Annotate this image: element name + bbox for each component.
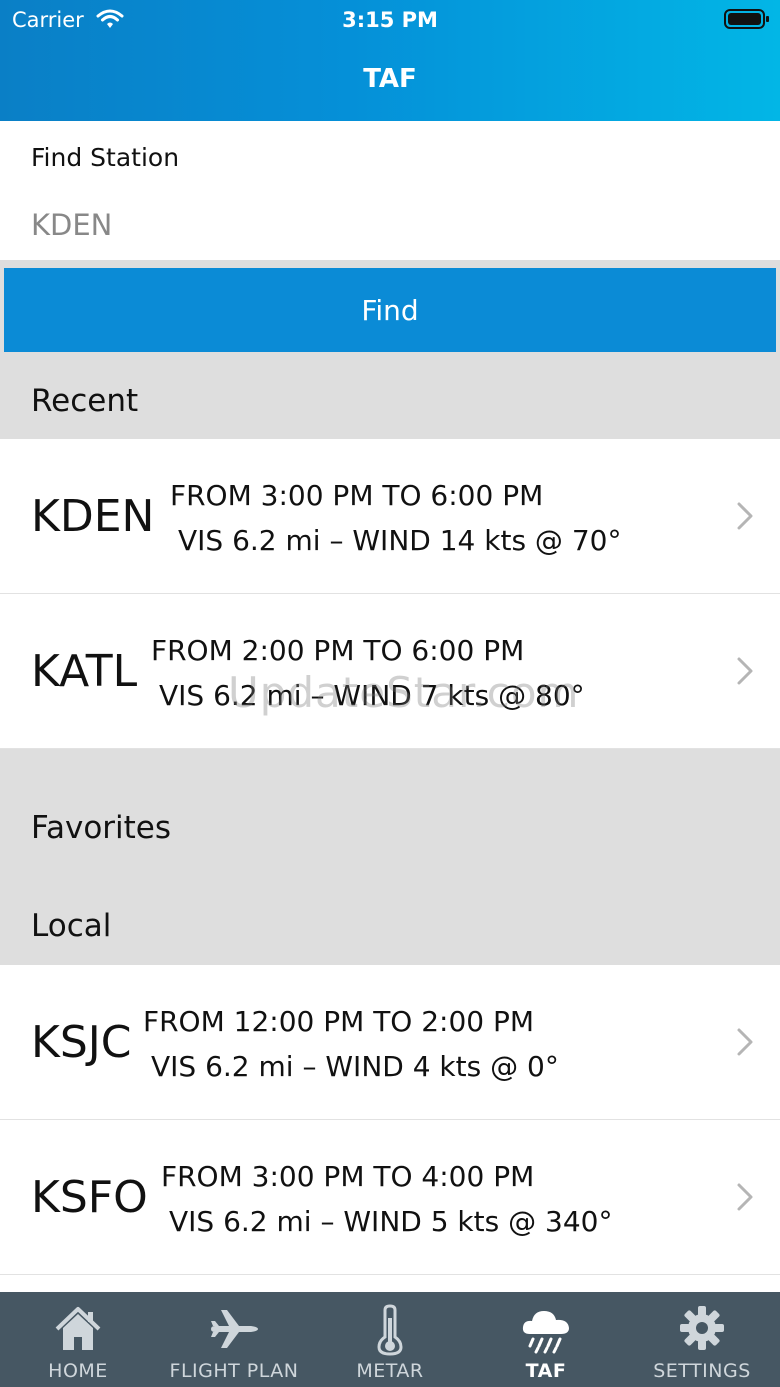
taf-row-ksfo[interactable]: KSFO FROM 3:00 PM TO 4:00 PM VIS 6.2 mi … (0, 1120, 780, 1275)
forecast-period: FROM 2:00 PM TO 6:00 PM (151, 634, 525, 667)
thermometer-icon (312, 1304, 468, 1356)
tab-bar: HOME FLIGHT PLAN METAR TAF SETTINGS (0, 1292, 780, 1387)
forecast-conditions: VIS 6.2 mi – WIND 5 kts @ 340° (169, 1205, 613, 1238)
favorites-local-section (0, 749, 780, 965)
rain-cloud-icon (468, 1304, 624, 1354)
tab-label: HOME (48, 1360, 108, 1382)
station-code: KSJC (31, 1017, 132, 1068)
airplane-icon (156, 1304, 312, 1354)
tab-flight-plan[interactable]: FLIGHT PLAN (156, 1292, 312, 1387)
tab-label: FLIGHT PLAN (169, 1360, 299, 1382)
taf-row-katl[interactable]: KATL FROM 2:00 PM TO 6:00 PM VIS 6.2 mi … (0, 594, 780, 749)
local-section-title: Local (31, 908, 112, 944)
status-time: 3:15 PM (342, 8, 438, 32)
battery-icon (724, 8, 770, 34)
favorites-section-title: Favorites (31, 810, 172, 846)
forecast-conditions: VIS 6.2 mi – WIND 14 kts @ 70° (178, 524, 622, 557)
app-header: Carrier 3:15 PM TAF (0, 0, 780, 121)
forecast-conditions: VIS 6.2 mi – WIND 4 kts @ 0° (151, 1050, 559, 1083)
page-title: TAF (363, 64, 417, 94)
station-input[interactable] (31, 203, 731, 247)
station-code: KATL (31, 646, 138, 697)
taf-row-ksjc[interactable]: KSJC FROM 12:00 PM TO 2:00 PM VIS 6.2 mi… (0, 965, 780, 1120)
tab-metar[interactable]: METAR (312, 1292, 468, 1387)
divider (0, 260, 780, 268)
tab-taf[interactable]: TAF (468, 1292, 624, 1387)
tab-label: METAR (356, 1360, 424, 1382)
chevron-right-icon (736, 501, 754, 535)
recent-section-title: Recent (31, 383, 139, 419)
home-icon (0, 1304, 156, 1354)
station-code: KSFO (31, 1172, 148, 1223)
forecast-conditions: VIS 6.2 mi – WIND 7 kts @ 80° (159, 679, 585, 712)
tab-settings[interactable]: SETTINGS (624, 1292, 780, 1387)
forecast-period: FROM 3:00 PM TO 4:00 PM (161, 1160, 535, 1193)
forecast-period: FROM 12:00 PM TO 2:00 PM (143, 1005, 535, 1038)
gear-icon (624, 1304, 780, 1354)
find-button[interactable]: Find (4, 268, 776, 352)
chevron-right-icon (736, 1182, 754, 1216)
taf-row-kden[interactable]: KDEN FROM 3:00 PM TO 6:00 PM VIS 6.2 mi … (0, 439, 780, 594)
station-code: KDEN (31, 491, 155, 542)
tab-home[interactable]: HOME (0, 1292, 156, 1387)
tab-label: SETTINGS (653, 1360, 751, 1382)
chevron-right-icon (736, 1027, 754, 1061)
chevron-right-icon (736, 656, 754, 690)
tab-label: TAF (525, 1360, 567, 1382)
forecast-period: FROM 3:00 PM TO 6:00 PM (170, 479, 544, 512)
find-station-label: Find Station (31, 143, 180, 172)
